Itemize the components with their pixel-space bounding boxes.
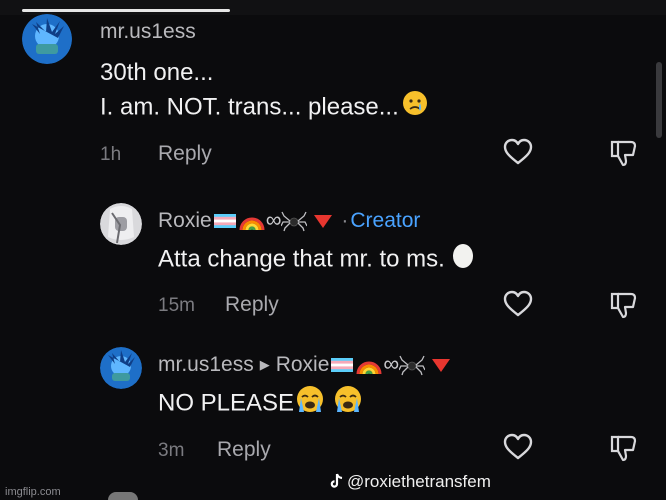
comment-username: mr.us1ess ▶ Roxie ∞ bbox=[158, 351, 453, 377]
comment-text: Atta change that mr. to ms. bbox=[158, 241, 475, 279]
comment-timestamp: 15m bbox=[158, 295, 195, 316]
imgflip-watermark: imgflip.com bbox=[5, 486, 61, 498]
tiktok-watermark: @roxiethetransfem bbox=[330, 472, 491, 492]
username-label[interactable]: mr.us1ess bbox=[158, 353, 254, 376]
comment-username[interactable]: mr.us1ess bbox=[100, 20, 196, 44]
creator-badge: Creator bbox=[350, 209, 421, 232]
rainbow-emoji bbox=[239, 218, 265, 231]
dislike-icon[interactable] bbox=[609, 290, 639, 320]
reply-button[interactable]: Reply bbox=[225, 293, 279, 317]
reply-button[interactable]: Reply bbox=[217, 438, 271, 462]
red-triangle-emoji bbox=[314, 215, 333, 229]
comment-line: I. am. NOT. trans... please... bbox=[100, 90, 428, 126]
crying-face-emoji bbox=[402, 90, 428, 126]
crying-face-emoji bbox=[334, 385, 362, 423]
comment-timestamp: 3m bbox=[158, 440, 185, 461]
heart-icon[interactable] bbox=[503, 138, 533, 166]
infinity-symbol: ∞ bbox=[383, 351, 400, 376]
infinity-symbol: ∞ bbox=[265, 207, 282, 232]
dislike-icon[interactable] bbox=[609, 433, 639, 463]
reply-to-username[interactable]: Roxie bbox=[276, 353, 330, 376]
tab-indicator bbox=[22, 9, 230, 12]
trans-flag-icon bbox=[213, 214, 236, 229]
rainbow-emoji bbox=[356, 362, 382, 375]
scrollbar[interactable] bbox=[656, 62, 662, 138]
dislike-icon[interactable] bbox=[609, 138, 639, 168]
watermark-handle: @roxiethetransfem bbox=[347, 472, 491, 491]
next-comment-avatar-hint bbox=[108, 492, 138, 500]
reply-button[interactable]: Reply bbox=[158, 142, 212, 166]
egg-emoji bbox=[451, 241, 475, 279]
avatar[interactable] bbox=[100, 203, 142, 245]
trans-flag-icon bbox=[331, 358, 354, 373]
username-label[interactable]: Roxie bbox=[158, 209, 212, 232]
avatar[interactable] bbox=[22, 14, 72, 64]
comment-timestamp: 1h bbox=[100, 144, 122, 165]
reply-arrow-icon: ▶ bbox=[259, 357, 270, 373]
heart-icon[interactable] bbox=[503, 290, 533, 318]
heart-icon[interactable] bbox=[503, 433, 533, 461]
crying-face-emoji bbox=[296, 385, 324, 423]
separator: · bbox=[341, 209, 349, 232]
spider-emoji bbox=[281, 212, 308, 232]
comment-text: NO PLEASE bbox=[158, 385, 362, 423]
top-bar bbox=[0, 0, 666, 15]
comment-text: 30th one... I. am. NOT. trans... please.… bbox=[100, 56, 428, 126]
comment-line: 30th one... bbox=[100, 59, 214, 86]
tiktok-logo-icon bbox=[330, 473, 343, 488]
comment-username: Roxie ∞ ·Creator bbox=[158, 207, 420, 233]
spider-emoji bbox=[399, 356, 426, 376]
avatar[interactable] bbox=[100, 347, 142, 389]
red-triangle-emoji bbox=[432, 359, 451, 373]
